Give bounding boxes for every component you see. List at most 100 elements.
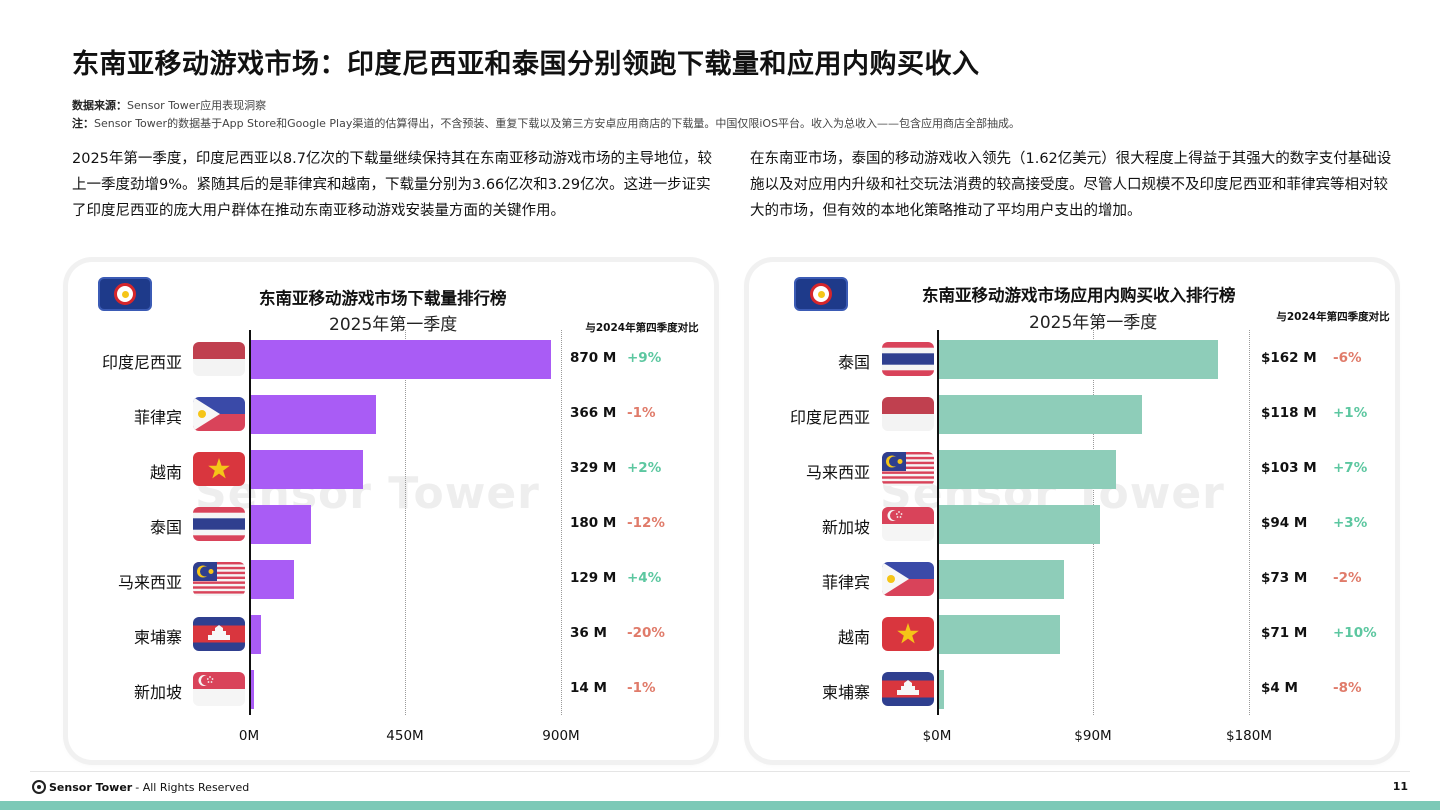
page-number: 11 xyxy=(1392,780,1408,793)
revenue-value-label: $162 M xyxy=(1261,350,1317,366)
revenue-category-label: 柬埔寨 xyxy=(821,683,870,702)
downloads-value-label: 36 M xyxy=(570,625,607,641)
downloads-change-label: -1% xyxy=(627,405,656,421)
revenue-value-label: $71 M xyxy=(1261,625,1308,641)
cambodia-flag-icon xyxy=(882,672,934,706)
downloads-category-label: 泰国 xyxy=(149,518,182,537)
downloads-change-label: -1% xyxy=(627,680,656,696)
indonesia-flag-icon xyxy=(882,397,934,431)
revenue-x-tick-label: $90M xyxy=(1074,728,1112,744)
watermark-left: Sensor Tower xyxy=(195,468,540,519)
singapore-flag-icon xyxy=(882,507,934,541)
thailand-flag-icon xyxy=(882,342,934,376)
downloads-x-tick-label: 450M xyxy=(386,728,424,744)
downloads-chart-subtitle: 2025年第一季度 xyxy=(329,315,458,335)
revenue-category-label: 越南 xyxy=(837,628,870,647)
downloads-bar xyxy=(249,615,262,654)
downloads-bar xyxy=(249,340,551,379)
revenue-category-label: 菲律宾 xyxy=(821,573,870,592)
singapore-flag-icon xyxy=(193,672,245,706)
page-title: 东南亚移动游戏市场：印度尼西亚和泰国分别领跑下载量和应用内购买收入 xyxy=(72,49,980,80)
footer: Sensor Tower - All Rights Reserved xyxy=(32,780,249,794)
downloads-change-header: 与2024年第四季度对比 xyxy=(585,322,699,334)
revenue-category-label: 泰国 xyxy=(837,353,870,372)
revenue-category-label: 印度尼西亚 xyxy=(789,408,870,427)
revenue-change-label: -6% xyxy=(1333,350,1362,366)
downloads-change-label: +9% xyxy=(627,350,662,366)
revenue-change-label: +7% xyxy=(1333,460,1368,476)
downloads-gridline xyxy=(561,330,562,715)
revenue-category-label: 新加坡 xyxy=(821,518,870,537)
data-note-text: Sensor Tower的数据基于App Store和Google Play渠道… xyxy=(94,117,1021,130)
downloads-change-label: -12% xyxy=(627,515,665,531)
data-note: 注：Sensor Tower的数据基于App Store和Google Play… xyxy=(72,115,1020,131)
downloads-value-label: 129 M xyxy=(570,570,617,586)
indonesia-flag-icon xyxy=(193,342,245,376)
downloads-value-label: 329 M xyxy=(570,460,617,476)
footer-brand: Sensor Tower xyxy=(49,780,133,794)
downloads-category-label: 越南 xyxy=(149,463,182,482)
philippines-flag-icon xyxy=(193,397,245,431)
downloads-x-tick-label: 900M xyxy=(542,728,580,744)
revenue-bar xyxy=(937,505,1100,544)
revenue-change-label: -2% xyxy=(1333,570,1362,586)
thailand-flag-icon xyxy=(193,507,245,541)
revenue-gridline xyxy=(1249,330,1250,715)
downloads-value-label: 180 M xyxy=(570,515,617,531)
downloads-bar xyxy=(249,395,376,434)
revenue-chart-title: 东南亚移动游戏市场应用内购买收入排行榜 xyxy=(922,286,1236,305)
cambodia-flag-icon xyxy=(193,617,245,651)
revenue-change-header: 与2024年第四季度对比 xyxy=(1276,311,1390,323)
right-paragraph: 在东南亚市场，泰国的移动游戏收入领先（1.62亿美元）很大程度上得益于其强大的数… xyxy=(750,151,1392,219)
data-source: 数据来源：Sensor Tower应用表现洞察 xyxy=(72,97,266,113)
revenue-y-axis-line xyxy=(937,330,939,715)
downloads-category-label: 新加坡 xyxy=(133,683,182,702)
revenue-value-label: $73 M xyxy=(1261,570,1308,586)
downloads-category-label: 柬埔寨 xyxy=(133,628,182,647)
vietnam-flag-icon xyxy=(882,617,934,651)
downloads-bar xyxy=(249,560,294,599)
revenue-bar xyxy=(937,340,1218,379)
data-source-label: 数据来源： xyxy=(72,99,127,112)
downloads-bar xyxy=(249,505,312,544)
sensor-tower-logo-icon xyxy=(32,780,46,794)
revenue-bar xyxy=(937,615,1061,654)
malaysia-flag-icon xyxy=(882,452,934,486)
revenue-change-label: +3% xyxy=(1333,515,1368,531)
revenue-category-label: 马来西亚 xyxy=(805,463,870,482)
philippines-flag-icon xyxy=(882,562,934,596)
downloads-x-tick-label: 0M xyxy=(238,728,260,744)
vietnam-flag-icon xyxy=(193,452,245,486)
downloads-y-axis-line xyxy=(249,330,251,715)
revenue-bar xyxy=(937,450,1116,489)
downloads-value-label: 14 M xyxy=(570,680,607,696)
downloads-change-label: -20% xyxy=(627,625,665,641)
malaysia-flag-icon xyxy=(193,562,245,596)
revenue-x-tick-label: $0M xyxy=(922,728,952,744)
revenue-bar xyxy=(937,560,1064,599)
revenue-value-label: $103 M xyxy=(1261,460,1317,476)
left-paragraph: 2025年第一季度，印度尼西亚以8.7亿次的下载量继续保持其在东南亚移动游戏市场… xyxy=(72,151,712,219)
revenue-change-label: +10% xyxy=(1333,625,1377,641)
downloads-category-label: 菲律宾 xyxy=(133,408,182,427)
revenue-change-label: -8% xyxy=(1333,680,1362,696)
bottom-band xyxy=(0,801,1440,810)
downloads-category-label: 马来西亚 xyxy=(117,573,182,592)
revenue-value-label: $94 M xyxy=(1261,515,1308,531)
downloads-value-label: 366 M xyxy=(570,405,617,421)
revenue-value-label: $118 M xyxy=(1261,405,1317,421)
downloads-change-label: +4% xyxy=(627,570,662,586)
downloads-bar xyxy=(249,450,364,489)
asean-emblem-icon xyxy=(794,277,848,311)
downloads-change-label: +2% xyxy=(627,460,662,476)
footer-rights: - All Rights Reserved xyxy=(135,780,250,794)
revenue-value-label: $4 M xyxy=(1261,680,1298,696)
footer-divider xyxy=(30,771,1410,772)
revenue-x-tick-label: $180M xyxy=(1225,728,1272,744)
revenue-change-label: +1% xyxy=(1333,405,1368,421)
downloads-category-label: 印度尼西亚 xyxy=(101,353,182,372)
asean-emblem-icon xyxy=(98,277,152,311)
downloads-chart-title: 东南亚移动游戏市场下载量排行榜 xyxy=(259,289,507,308)
downloads-gridline xyxy=(405,330,406,715)
data-note-label: 注： xyxy=(72,117,94,130)
